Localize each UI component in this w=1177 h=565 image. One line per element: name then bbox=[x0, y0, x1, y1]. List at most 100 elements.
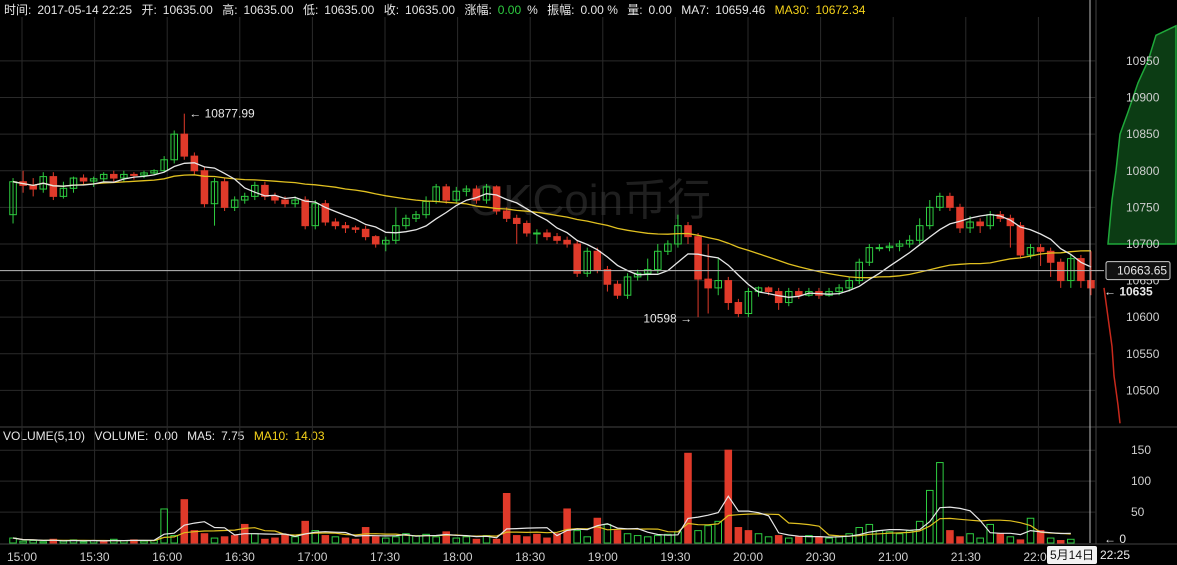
volume-bar bbox=[502, 493, 511, 544]
volume-tick-label: 100 bbox=[1131, 474, 1151, 488]
candle-body bbox=[593, 250, 602, 271]
volume-bar bbox=[462, 536, 471, 544]
volume-bar bbox=[815, 536, 823, 544]
depth-ask-line bbox=[1103, 287, 1121, 424]
volume-bar bbox=[915, 520, 924, 544]
volume-bar bbox=[694, 530, 702, 544]
volume-bar bbox=[875, 530, 884, 544]
volume-bar bbox=[996, 533, 1005, 544]
low-price-label: 10598 → bbox=[643, 312, 692, 326]
candle-body bbox=[371, 236, 380, 245]
volume-bar bbox=[603, 523, 612, 544]
high-price-label: ← 10877.99 bbox=[189, 107, 255, 121]
candle-body bbox=[130, 173, 138, 176]
volume-bar bbox=[744, 530, 753, 544]
volume-bar bbox=[472, 538, 481, 544]
price-tick-label: 10850 bbox=[1126, 127, 1160, 141]
price-tick-label: 10800 bbox=[1126, 164, 1160, 178]
grid-lines bbox=[0, 0, 1177, 545]
volume-bar bbox=[533, 533, 541, 544]
volume-bar bbox=[784, 537, 793, 544]
volume-ma-lines bbox=[12, 495, 1071, 542]
candle-body bbox=[553, 236, 561, 241]
volume-bars bbox=[9, 449, 1075, 544]
candle-body bbox=[271, 195, 279, 201]
time-tick-label: 15:30 bbox=[80, 550, 110, 564]
volume-tick-label: 50 bbox=[1131, 505, 1145, 519]
candle-body bbox=[795, 291, 803, 296]
candle-body bbox=[946, 195, 954, 208]
volume-bar bbox=[230, 535, 239, 544]
price-tick-label: 10500 bbox=[1126, 383, 1160, 397]
volume-bar bbox=[774, 535, 783, 544]
kline-chart[interactable]: OKCoin币行 1050010550106001065010700107501… bbox=[0, 0, 1177, 565]
candle-body bbox=[361, 228, 370, 238]
volume-bar bbox=[1006, 536, 1015, 544]
candle-body bbox=[110, 173, 118, 179]
volume-tick-label: 150 bbox=[1131, 443, 1151, 457]
candle-body bbox=[533, 232, 541, 235]
volume-bar bbox=[301, 520, 309, 544]
candle-body bbox=[734, 302, 743, 315]
volume-bar bbox=[734, 527, 743, 544]
candle-body bbox=[1056, 261, 1065, 282]
candle-body bbox=[502, 210, 511, 219]
volume-bar bbox=[341, 537, 350, 544]
volume-bar bbox=[936, 462, 944, 544]
volume-ma5-line bbox=[12, 495, 1071, 542]
volume-bar bbox=[795, 536, 803, 544]
time-tick-label: 18:30 bbox=[515, 550, 545, 564]
volume-bar bbox=[643, 536, 652, 544]
volume-bar bbox=[291, 536, 299, 544]
candle-body bbox=[724, 280, 733, 304]
candle-body bbox=[220, 181, 229, 208]
candle-body bbox=[613, 283, 622, 296]
volume-bar bbox=[351, 538, 360, 544]
volume-bar bbox=[452, 537, 461, 544]
volume-bar bbox=[492, 538, 501, 544]
price-tick-label: 10900 bbox=[1126, 91, 1160, 105]
candle-body bbox=[774, 291, 783, 304]
candle-body bbox=[563, 239, 571, 245]
volume-bar bbox=[1016, 539, 1025, 544]
depth-chart bbox=[1103, 24, 1177, 424]
candle-body bbox=[281, 199, 289, 205]
price-tick-label: 10700 bbox=[1126, 237, 1160, 251]
volume-bar bbox=[432, 536, 440, 544]
volume-bar bbox=[220, 536, 229, 544]
time-badge: 22:25 bbox=[1100, 548, 1131, 562]
volume-bar bbox=[633, 535, 642, 544]
volume-bar bbox=[1067, 538, 1075, 544]
time-tick-label: 15:00 bbox=[7, 550, 37, 564]
volume-bar bbox=[764, 536, 773, 544]
candle-body bbox=[1087, 280, 1095, 289]
last-price-label: ← 10635 bbox=[1104, 285, 1153, 299]
volume-bar bbox=[180, 499, 189, 544]
time-tick-label: 19:30 bbox=[660, 550, 690, 564]
time-tick-label: 21:00 bbox=[878, 550, 908, 564]
date-badge: 5月14日 bbox=[1047, 546, 1097, 564]
volume-bar bbox=[593, 517, 602, 544]
candle-body bbox=[603, 269, 612, 285]
candle-body bbox=[1016, 225, 1025, 256]
volume-bar bbox=[845, 533, 853, 544]
volume-bar bbox=[59, 540, 68, 544]
price-tick-label: 10750 bbox=[1126, 200, 1160, 214]
volume-bar bbox=[512, 535, 521, 544]
candle-body bbox=[331, 221, 340, 227]
volume-bar bbox=[261, 538, 269, 544]
time-tick-label: 17:30 bbox=[370, 550, 400, 564]
time-tick-label: 20:00 bbox=[733, 550, 763, 564]
volume-bar bbox=[946, 530, 954, 544]
volume-bar bbox=[835, 536, 843, 544]
price-tick-label: 10550 bbox=[1126, 347, 1160, 361]
volume-bar bbox=[754, 533, 763, 544]
volume-bar bbox=[271, 537, 279, 544]
volume-bar bbox=[1046, 537, 1055, 544]
candle-body bbox=[684, 225, 692, 238]
volume-bar bbox=[251, 533, 259, 544]
volume-bar bbox=[966, 533, 974, 544]
candle-body bbox=[351, 227, 360, 230]
candle-body bbox=[79, 177, 88, 182]
price-tick-label: 10600 bbox=[1126, 310, 1160, 324]
